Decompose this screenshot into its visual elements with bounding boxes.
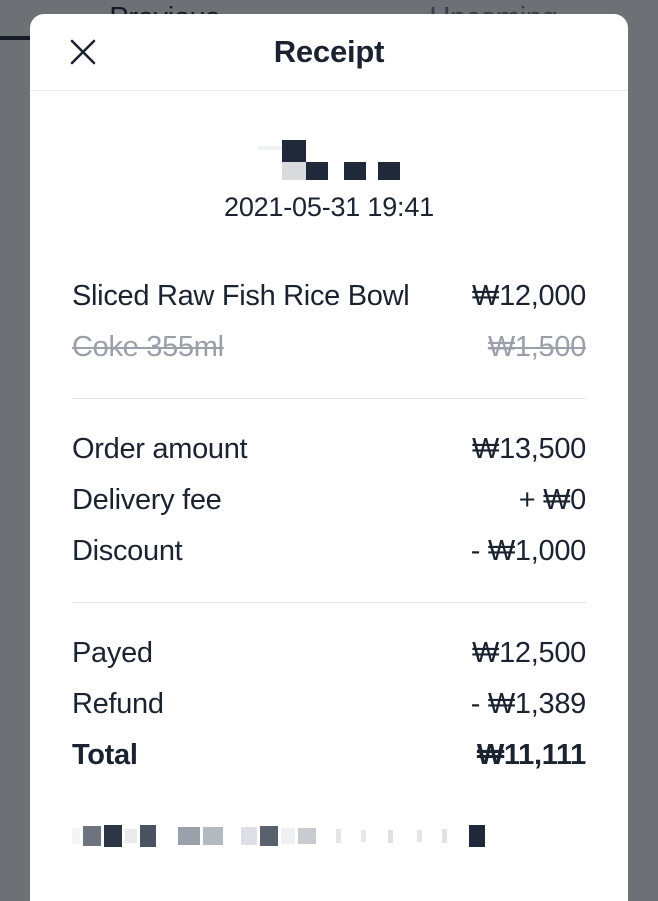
payment-row-payed: Payed ₩12,500 <box>72 628 586 679</box>
payment-value: - ₩1,389 <box>470 688 587 720</box>
redacted-block <box>396 832 414 840</box>
line-item-label: Sliced Raw Fish Rice Bowl <box>72 280 410 312</box>
redacted-block <box>328 162 344 180</box>
summary-value: ₩13,500 <box>472 433 586 465</box>
page-title: Receipt <box>273 34 385 69</box>
summary-label: Order amount <box>72 433 248 465</box>
summary-row-delivery-fee: Delivery fee + ₩0 <box>72 475 586 526</box>
redacted-block <box>306 140 328 180</box>
summary-section: Order amount ₩13,500 Delivery fee + ₩0 D… <box>72 424 586 577</box>
footer-redacted <box>72 821 586 851</box>
redacted-block <box>178 827 200 845</box>
redacted-block <box>140 825 156 847</box>
payment-label: Refund <box>72 688 164 720</box>
payment-value: ₩12,500 <box>472 637 586 669</box>
receipt-modal: Receipt 2021-05-31 19:41 Sliced Raw Fish… <box>30 14 628 901</box>
payment-row-total: Total ₩11,111 <box>72 730 586 781</box>
redacted-block <box>336 829 341 843</box>
close-icon <box>67 36 99 68</box>
redacted-block <box>469 825 485 847</box>
redacted-block <box>72 828 80 844</box>
divider <box>72 398 586 399</box>
modal-header: Receipt <box>30 14 628 91</box>
redacted-block <box>226 830 238 842</box>
line-item-label: Coke 355ml <box>72 331 224 363</box>
redacted-block <box>203 827 223 845</box>
payment-label: Payed <box>72 637 153 669</box>
redacted-block <box>388 829 393 843</box>
redacted-block <box>282 140 306 180</box>
payment-section: Payed ₩12,500 Refund - ₩1,389 Total ₩11,… <box>72 628 586 781</box>
redacted-block <box>425 832 439 840</box>
summary-row-discount: Discount - ₩1,000 <box>72 526 586 577</box>
order-timestamp: 2021-05-31 19:41 <box>224 192 434 222</box>
line-item-row-cancelled: Coke 355ml ₩1,500 <box>72 322 586 373</box>
redacted-block <box>260 826 278 846</box>
redacted-block <box>366 162 378 180</box>
summary-value: - ₩1,000 <box>470 535 587 567</box>
redacted-block <box>344 832 358 840</box>
redacted-block <box>369 832 385 840</box>
redacted-block <box>319 832 333 840</box>
order-id-redacted <box>72 140 586 180</box>
modal-body: 2021-05-31 19:41 Sliced Raw Fish Rice Bo… <box>30 91 628 901</box>
summary-value: + ₩0 <box>518 484 587 516</box>
redacted-block <box>125 829 137 843</box>
redacted-block <box>378 162 400 180</box>
redacted-block <box>258 146 282 150</box>
payment-row-refund: Refund - ₩1,389 <box>72 679 586 730</box>
line-item-price: ₩1,500 <box>487 331 586 363</box>
summary-label: Discount <box>72 535 183 567</box>
redacted-block <box>159 831 175 841</box>
redacted-block <box>241 827 257 845</box>
total-value: ₩11,111 <box>476 739 586 771</box>
summary-label: Delivery fee <box>72 484 222 516</box>
redacted-block <box>361 830 366 842</box>
line-item-row: Sliced Raw Fish Rice Bowl ₩12,000 <box>72 271 586 322</box>
close-button[interactable] <box>60 29 106 75</box>
line-item-price: ₩12,000 <box>472 280 586 312</box>
redacted-block <box>281 828 295 844</box>
redacted-block <box>104 825 122 847</box>
redacted-block <box>83 826 101 846</box>
total-label: Total <box>72 739 138 771</box>
summary-row-order-amount: Order amount ₩13,500 <box>72 424 586 475</box>
divider <box>72 602 586 603</box>
redacted-block <box>344 162 366 180</box>
redacted-block <box>417 830 422 842</box>
redacted-block <box>442 829 447 843</box>
line-item-list: Sliced Raw Fish Rice Bowl ₩12,000 Coke 3… <box>72 271 586 373</box>
redacted-block <box>450 832 466 840</box>
redacted-block <box>298 828 316 844</box>
